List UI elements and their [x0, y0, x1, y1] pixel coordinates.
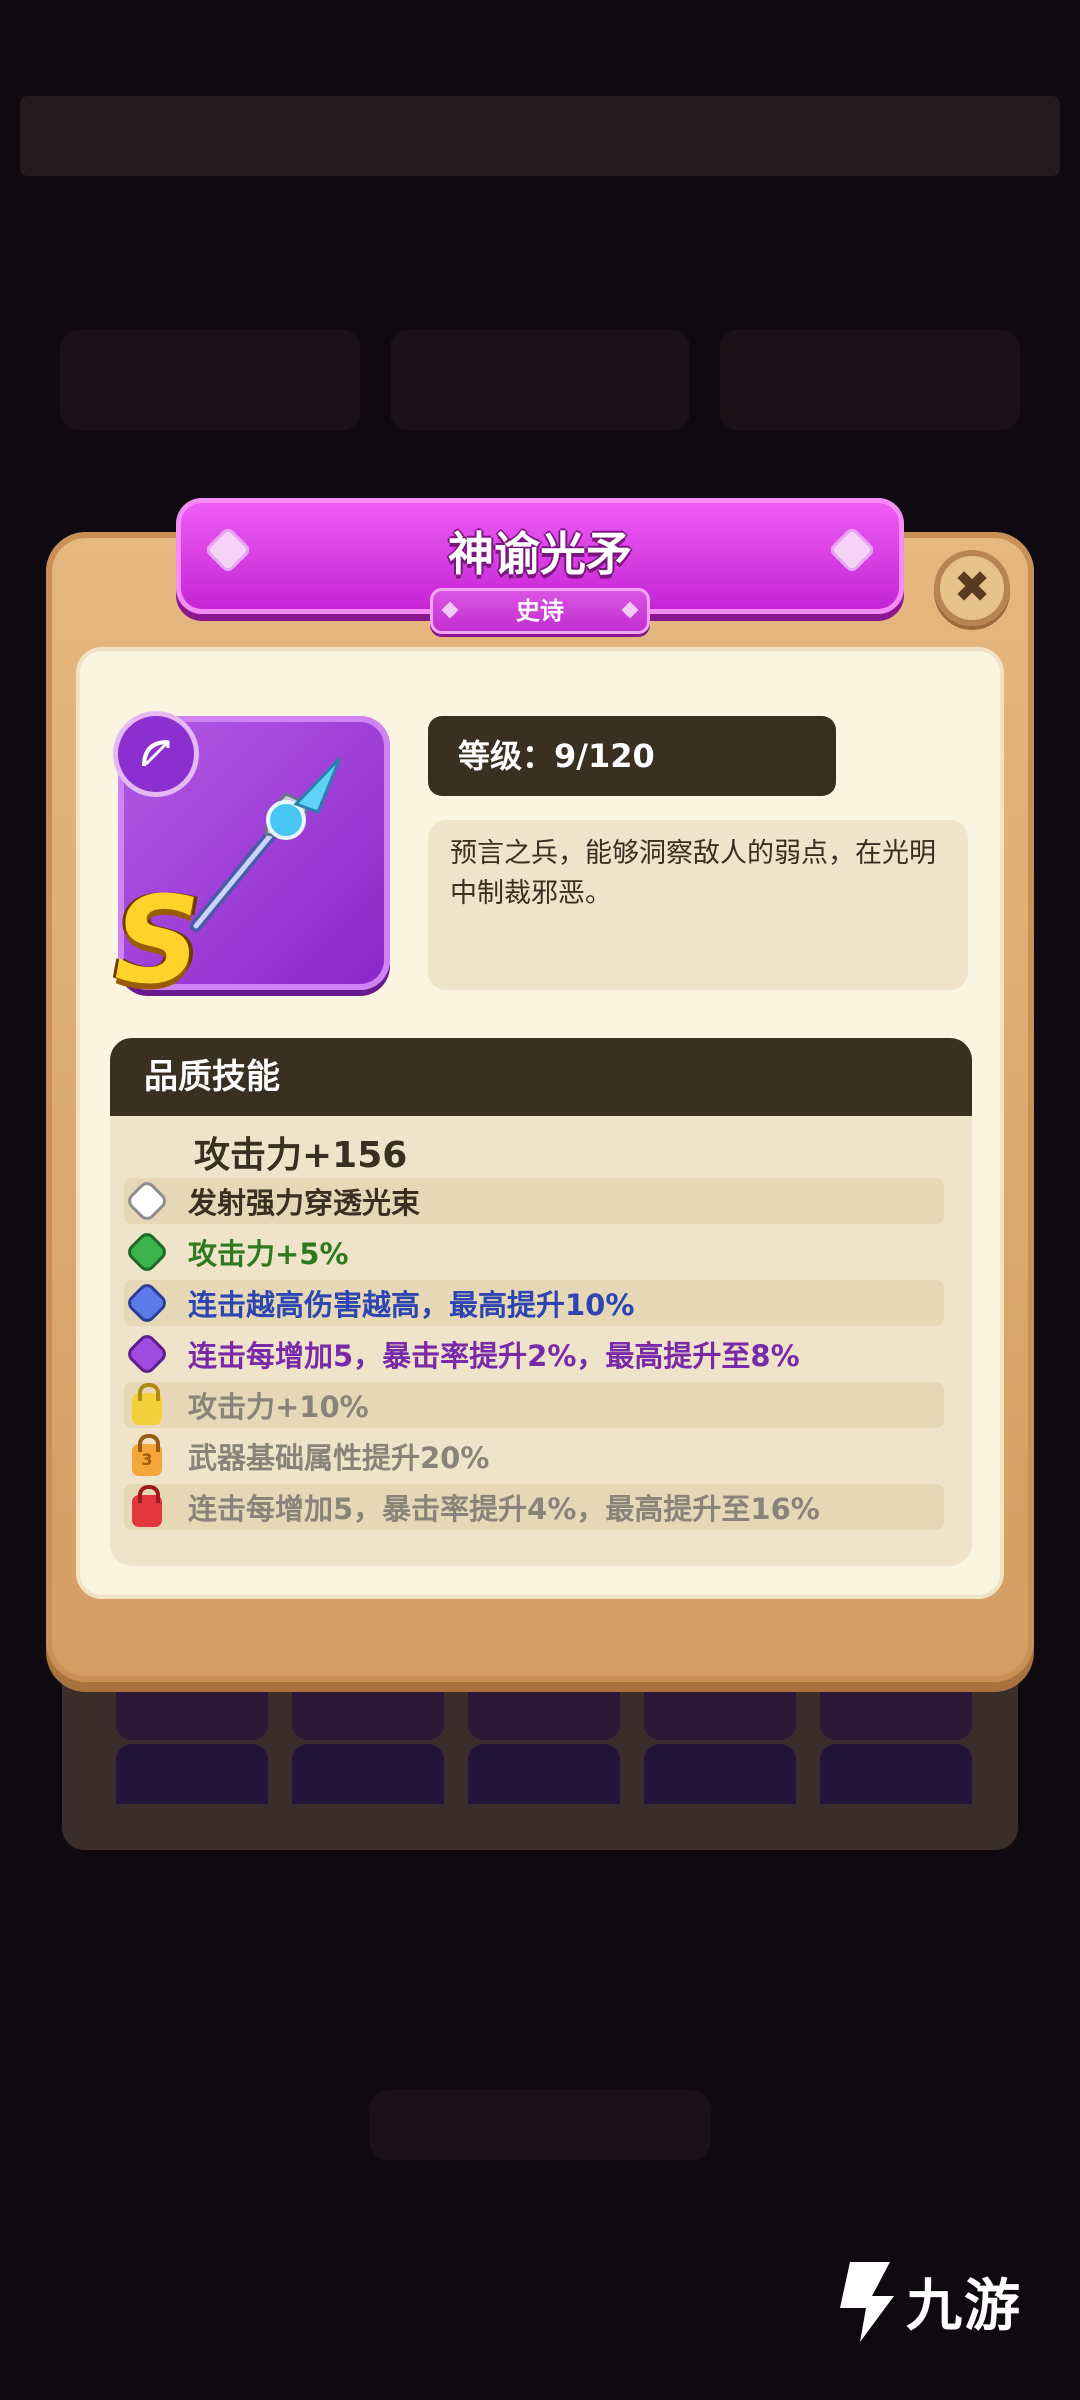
- red-lock-icon: [132, 1485, 162, 1527]
- rarity-label: 史诗: [516, 597, 564, 625]
- background-slot: [292, 1744, 444, 1804]
- watermark-text: 九游: [906, 2273, 1022, 2339]
- background-slot: [116, 1676, 268, 1740]
- gold-lock-icon: [132, 1383, 162, 1425]
- skill-text: 攻击力+5%: [188, 1237, 349, 1271]
- skill-text: 连击每增加5，暴击率提升2%，最高提升至8%: [188, 1339, 800, 1373]
- orange-lock-icon: 3: [132, 1434, 162, 1476]
- quality-skills-header: 品质技能: [110, 1038, 972, 1116]
- nine-game-logo-icon: [840, 2262, 894, 2342]
- item-icon-card: S: [114, 716, 390, 1002]
- rarity-badge: 史诗: [430, 588, 650, 634]
- background-bottom-button: [370, 2090, 710, 2160]
- skill-text: 连击越高伤害越高，最高提升10%: [188, 1288, 635, 1322]
- skill-row: 攻击力+10%: [124, 1382, 944, 1428]
- background-slot: [820, 1676, 972, 1740]
- skill-row: 3 武器基础属性提升20%: [124, 1433, 944, 1479]
- background-slot: [820, 1744, 972, 1804]
- watermark: 九游: [820, 2256, 1022, 2346]
- close-icon: ✖: [953, 562, 991, 613]
- sparkle-right-icon: [832, 530, 872, 570]
- skill-row: 连击每增加5，暴击率提升2%，最高提升至8%: [124, 1331, 944, 1377]
- background-slot: [644, 1676, 796, 1740]
- skill-text: 攻击力+10%: [188, 1390, 369, 1424]
- base-stat: 攻击力+156: [194, 1135, 408, 1176]
- quality-skills-list: 攻击力+156 发射强力穿透光束 攻击力+5% 连击越高伤害越高，最高提升10%…: [110, 1116, 972, 1566]
- background-slot: [468, 1676, 620, 1740]
- skill-row: 连击越高伤害越高，最高提升10%: [124, 1280, 944, 1326]
- skill-row: 连击每增加5，暴击率提升4%，最高提升至16%: [124, 1484, 944, 1530]
- level-bar: 等级：9/120: [428, 716, 836, 796]
- white-gem-icon: [128, 1182, 166, 1220]
- purple-gem-icon: [128, 1335, 166, 1373]
- background-top-bar: [20, 96, 1060, 176]
- skill-text: 连击每增加5，暴击率提升4%，最高提升至16%: [188, 1492, 820, 1526]
- blue-gem-icon: [128, 1284, 166, 1322]
- background-card: [720, 330, 1020, 430]
- close-button[interactable]: ✖: [934, 550, 1010, 626]
- background-slot: [292, 1676, 444, 1740]
- grade-letter: S: [114, 872, 201, 1011]
- background-card: [60, 330, 360, 430]
- background-slot: [116, 1744, 268, 1804]
- item-description: 预言之兵，能够洞察敌人的弱点，在光明中制裁邪恶。: [428, 820, 968, 990]
- background-card: [390, 330, 690, 430]
- skill-text: 武器基础属性提升20%: [188, 1441, 490, 1475]
- skill-text: 发射强力穿透光束: [188, 1186, 421, 1220]
- green-gem-icon: [128, 1233, 166, 1271]
- background-slot: [644, 1744, 796, 1804]
- background-slot: [468, 1744, 620, 1804]
- skill-row: 攻击力+5%: [124, 1229, 944, 1275]
- skill-row: 发射强力穿透光束: [124, 1178, 944, 1224]
- item-name: 神谕光矛: [448, 527, 632, 581]
